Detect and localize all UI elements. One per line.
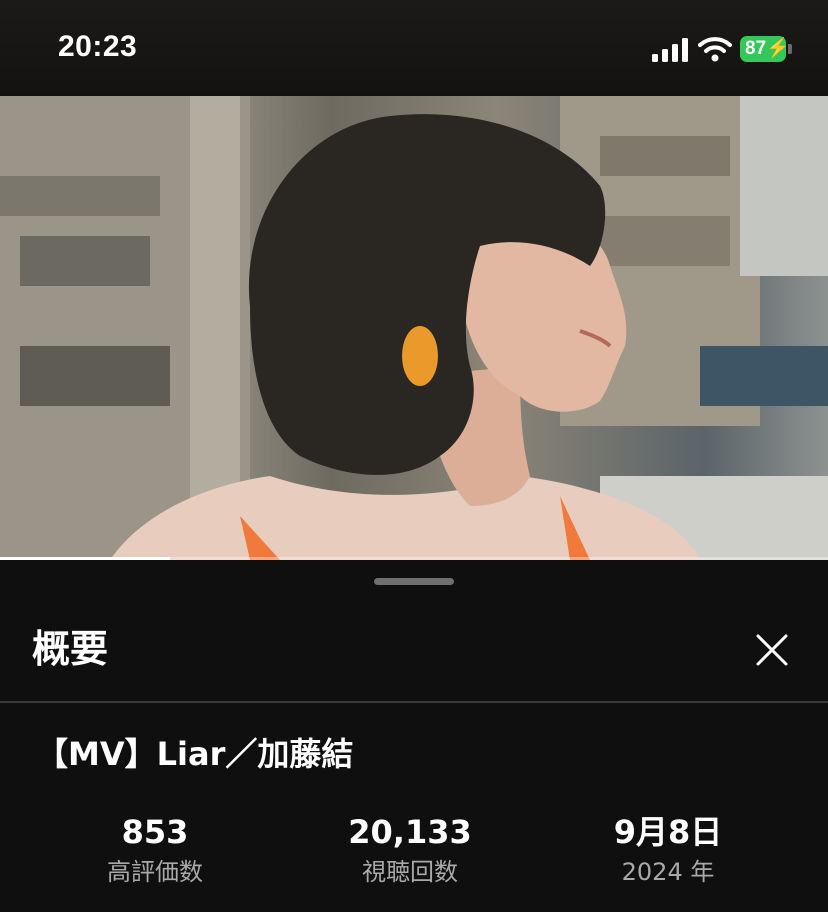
battery-charging-icon: 87⚡	[740, 36, 794, 64]
likes-label: 高評価数	[107, 858, 203, 886]
wifi-icon	[698, 37, 732, 62]
video-frame	[0, 96, 828, 560]
views-stat: 20,133 視聴回数	[280, 812, 540, 890]
video-progress-fill	[0, 557, 170, 560]
signal-icon	[652, 38, 688, 62]
likes-count: 853	[121, 813, 189, 851]
views-label: 視聴回数	[362, 858, 458, 886]
battery-percent: 87	[745, 38, 767, 59]
date-stat: 9月8日 2024 年	[538, 812, 798, 890]
panel-title: 概要	[32, 627, 109, 671]
bolt-icon: ⚡	[766, 38, 790, 59]
views-count: 20,133	[348, 813, 472, 851]
battery-level: 87⚡	[740, 36, 790, 62]
description-panel: 概要 【MV】Liar／加藤結 853 高評価数 20,133 視聴回数 9月8…	[0, 562, 828, 912]
drag-handle[interactable]	[374, 578, 454, 585]
battery-cap	[788, 44, 792, 54]
status-time: 20:23	[58, 30, 138, 63]
upload-year: 2024 年	[621, 858, 715, 886]
video-progress-bar[interactable]	[0, 557, 828, 560]
video-stats: 853 高評価数 20,133 視聴回数 9月8日 2024 年	[0, 812, 828, 902]
likes-stat: 853 高評価数	[25, 812, 285, 890]
divider	[0, 701, 828, 703]
close-icon[interactable]	[746, 624, 798, 676]
video-title: 【MV】Liar／加藤結	[36, 735, 354, 773]
upload-date: 9月8日	[613, 813, 723, 851]
video-player[interactable]	[0, 96, 828, 560]
status-bar: 20:23 87⚡	[0, 0, 828, 96]
